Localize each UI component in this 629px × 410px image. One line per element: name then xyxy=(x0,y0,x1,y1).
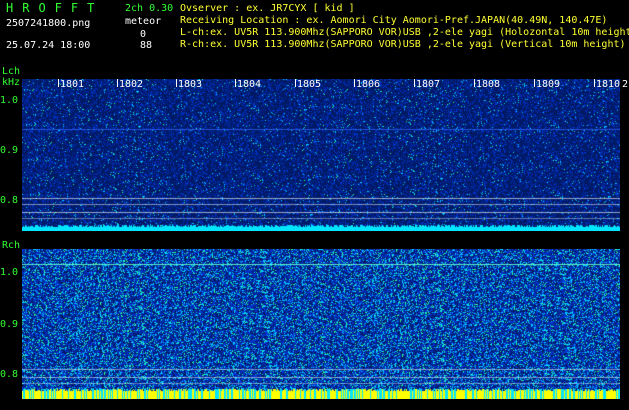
time-tick: 1810 xyxy=(594,79,621,91)
time-tick: 1808 xyxy=(474,79,501,91)
lch-ytick: 0.9 xyxy=(0,145,19,156)
location-line: Receiving Location : ex. Aomori City Aom… xyxy=(180,15,608,26)
lch-ytick: 0.8 xyxy=(0,195,19,206)
station-info: Ovserver : ex. JR7CYX [ kid ] Receiving … xyxy=(180,3,629,51)
rch-spectrogram xyxy=(22,249,620,399)
observer-line: Ovserver : ex. JR7CYX [ kid ] xyxy=(180,3,355,14)
lch-config-line: L-ch:ex. UV5R 113.900Mhz(SAPPORO VOR)USB… xyxy=(180,27,629,38)
time-tick: 1804 xyxy=(235,79,262,91)
rch-ytick: 1.0 xyxy=(0,267,19,278)
time-tick: 2 xyxy=(622,79,628,91)
time-tick-label: 1803 xyxy=(178,79,203,90)
rch-ytick: 0.8 xyxy=(0,369,19,380)
time-tick: 1802 xyxy=(117,79,144,91)
time-tick: 1807 xyxy=(414,79,441,91)
time-tick-label: 1809 xyxy=(536,79,561,90)
rch-meteor-count: 88 xyxy=(140,40,153,51)
rch-config-line: R-ch:ex. UV5R 113.900Mhz(SAPPORO VOR)USB… xyxy=(180,39,626,50)
time-tick-label: 1810 xyxy=(596,79,621,90)
frequency-unit-label: kHz xyxy=(2,77,21,88)
time-tick: 1805 xyxy=(295,79,322,91)
time-tick-label: 1807 xyxy=(416,79,441,90)
app-title: HROFFT xyxy=(6,1,104,15)
rch-ytick: 0.9 xyxy=(0,319,19,330)
time-tick-label: 2 xyxy=(622,79,629,90)
time-tick: 1809 xyxy=(534,79,561,91)
time-tick-label: 1801 xyxy=(60,79,85,90)
time-tick: 1806 xyxy=(354,79,381,91)
lch-spectrogram xyxy=(22,79,620,231)
meteor-count-label: meteor xyxy=(125,16,162,27)
rch-axis-label: Rch xyxy=(2,240,21,251)
time-tick-label: 1806 xyxy=(356,79,381,90)
time-axis: 1801 1802 1803 1804 1805 1806 1807 1808 … xyxy=(22,79,629,93)
time-tick-label: 1808 xyxy=(476,79,501,90)
time-tick: 1803 xyxy=(176,79,203,91)
time-tick-label: 1802 xyxy=(119,79,144,90)
time-tick: 1801 xyxy=(58,79,85,91)
time-tick-label: 1804 xyxy=(237,79,262,90)
datetime-label: 25.07.24 18:00 xyxy=(6,40,91,51)
filename-label: 2507241800.png xyxy=(6,18,91,29)
time-tick-label: 1805 xyxy=(297,79,322,90)
lch-ytick: 1.0 xyxy=(0,95,19,106)
mode-label: 2ch 0.30 xyxy=(125,3,174,14)
